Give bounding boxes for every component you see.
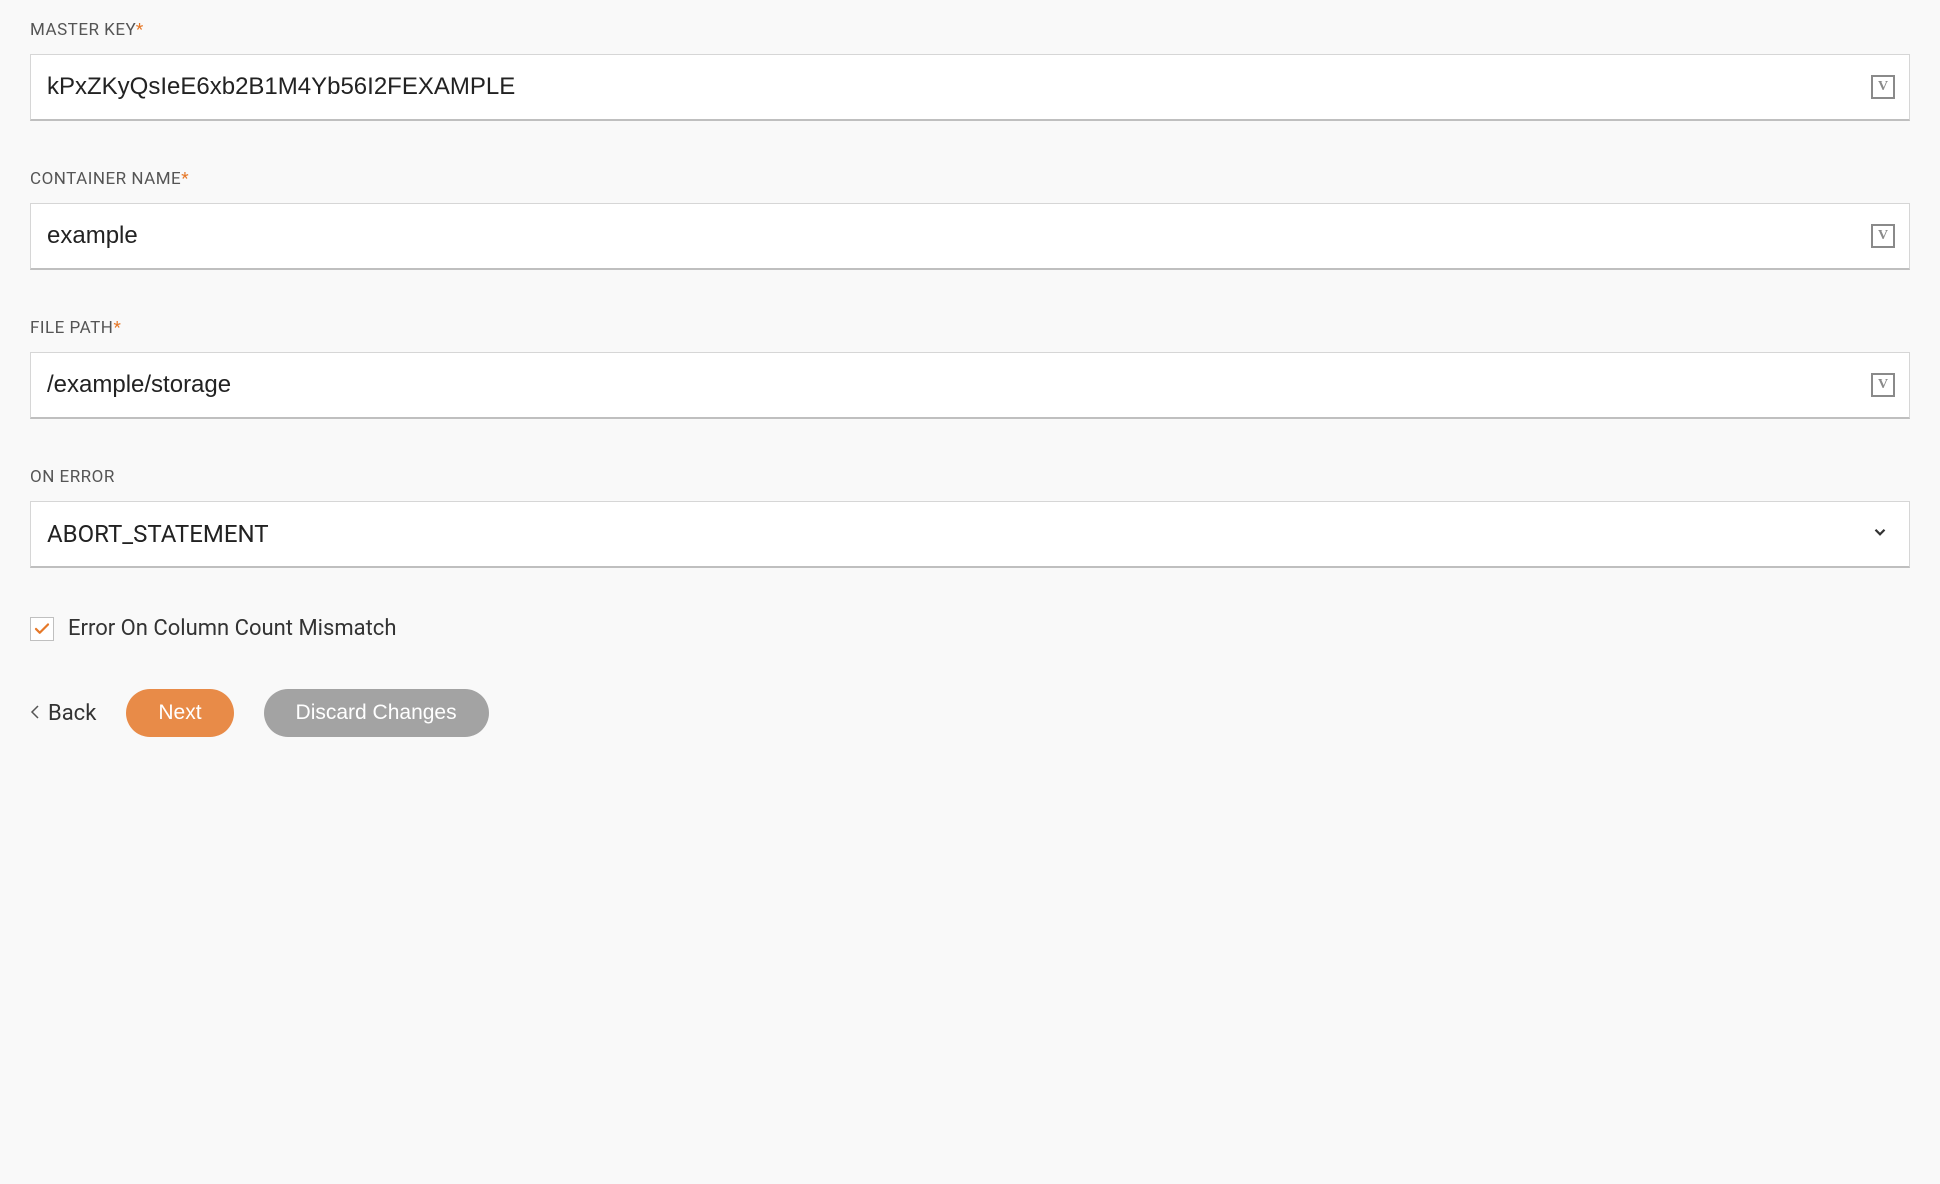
master-key-input[interactable] — [31, 55, 1871, 119]
error-on-column-mismatch-row: Error On Column Count Mismatch — [30, 616, 1910, 641]
on-error-select-wrapper[interactable]: ABORT_STATEMENT — [30, 501, 1910, 568]
required-asterisk: * — [136, 20, 144, 40]
next-button[interactable]: Next — [126, 689, 233, 737]
chevron-left-icon — [30, 701, 40, 726]
variable-icon[interactable]: V — [1871, 373, 1895, 397]
container-name-field-group: CONTAINER NAME* V — [30, 169, 1910, 270]
on-error-field-group: ON ERROR ABORT_STATEMENT — [30, 467, 1910, 568]
container-name-input-wrapper: V — [30, 203, 1910, 270]
on-error-select[interactable]: ABORT_STATEMENT — [31, 502, 1909, 566]
on-error-label-text: ON ERROR — [30, 467, 115, 487]
file-path-input[interactable] — [31, 353, 1871, 417]
discard-changes-button[interactable]: Discard Changes — [264, 689, 489, 737]
back-button-label: Back — [48, 701, 96, 726]
back-button[interactable]: Back — [30, 701, 96, 726]
container-name-label-text: CONTAINER NAME — [30, 169, 181, 189]
master-key-label: MASTER KEY* — [30, 20, 1910, 40]
container-name-label: CONTAINER NAME* — [30, 169, 1910, 189]
file-path-label: FILE PATH* — [30, 318, 1910, 338]
file-path-label-text: FILE PATH — [30, 318, 113, 338]
file-path-input-wrapper: V — [30, 352, 1910, 419]
button-row: Back Next Discard Changes — [30, 689, 1910, 737]
error-on-column-mismatch-label: Error On Column Count Mismatch — [68, 616, 396, 641]
master-key-input-wrapper: V — [30, 54, 1910, 121]
master-key-field-group: MASTER KEY* V — [30, 20, 1910, 121]
required-asterisk: * — [113, 318, 121, 338]
container-name-input[interactable] — [31, 204, 1871, 268]
required-asterisk: * — [181, 169, 189, 189]
variable-icon[interactable]: V — [1871, 224, 1895, 248]
on-error-label: ON ERROR — [30, 467, 1910, 487]
variable-icon[interactable]: V — [1871, 75, 1895, 99]
file-path-field-group: FILE PATH* V — [30, 318, 1910, 419]
error-on-column-mismatch-checkbox[interactable] — [30, 617, 54, 641]
master-key-label-text: MASTER KEY — [30, 20, 136, 40]
